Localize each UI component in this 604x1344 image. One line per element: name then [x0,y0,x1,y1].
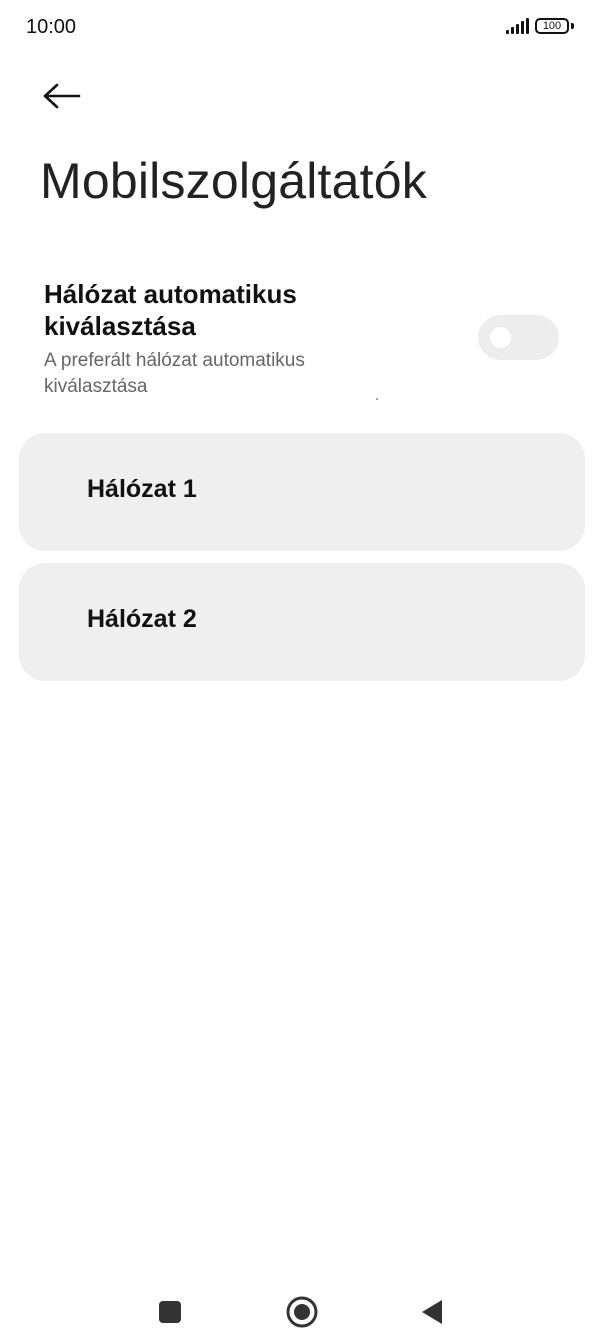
auto-select-row[interactable]: Hálózat automatikus kiválasztása A prefe… [0,274,604,404]
back-button[interactable] [38,76,84,116]
triangle-back-icon [422,1300,442,1324]
auto-select-toggle[interactable] [478,315,559,360]
home-button[interactable] [280,1290,324,1334]
network-label: Hálózat 1 [87,475,197,503]
arrow-left-icon [43,83,81,109]
divider-dot [376,398,378,400]
status-time: 10:00 [26,16,77,38]
navigation-bar [0,1272,604,1344]
signal-bars-icon [506,18,529,34]
auto-select-title: Hálózat automatikus kiválasztása [44,279,297,341]
status-icons: 100 [506,18,574,34]
battery-level: 100 [542,20,562,32]
battery-tip [571,23,574,29]
battery-icon: 100 [535,18,569,34]
status-bar: 10:00 100 [0,0,604,60]
auto-select-subtitle: A preferált hálózat automatikus kiválasz… [44,350,305,397]
square-icon [159,1301,181,1323]
circle-home-icon [286,1296,318,1328]
network-item-2[interactable]: Hálózat 2 [19,563,585,681]
network-label: Hálózat 2 [87,605,197,633]
nav-back-button[interactable] [410,1290,454,1334]
toggle-knob [490,327,511,348]
page-title: Mobilszolgáltatók [40,153,427,209]
recents-button[interactable] [148,1290,192,1334]
network-item-1[interactable]: Hálózat 1 [19,433,585,551]
